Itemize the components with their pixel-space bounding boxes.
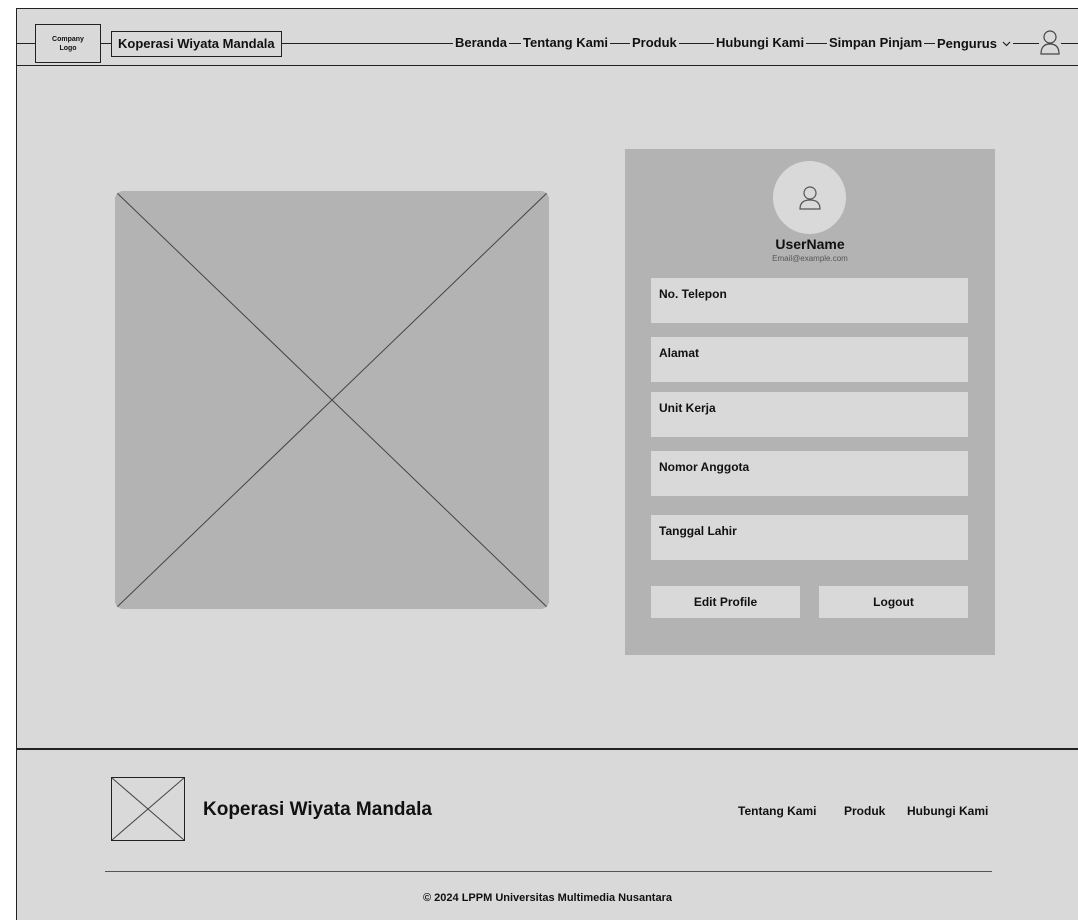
field-alamat[interactable]: Alamat: [651, 337, 968, 382]
footer-divider: [17, 748, 1078, 750]
footer-copyright: © 2024 LPPM Universitas Multimedia Nusan…: [423, 892, 672, 904]
avatar: [773, 161, 846, 234]
field-unit-kerja[interactable]: Unit Kerja: [651, 392, 968, 437]
nav-pengurus-label: Pengurus: [937, 36, 997, 51]
nav-hubungi-kami[interactable]: Hubungi Kami: [714, 35, 807, 50]
site-brand[interactable]: Koperasi Wiyata Mandala: [111, 31, 282, 57]
logo-line-2: Logo: [59, 44, 77, 52]
header: Company Logo Koperasi Wiyata Mandala Ber…: [17, 9, 1078, 66]
edit-profile-button[interactable]: Edit Profile: [651, 586, 800, 618]
profile-username: UserName: [775, 236, 845, 252]
footer-logo-placeholder-icon[interactable]: [111, 777, 185, 841]
chevron-down-icon: [1002, 35, 1011, 50]
user-icon[interactable]: [1039, 29, 1061, 55]
profile-card: UserName Email@example.com No. Telepon A…: [625, 149, 995, 655]
image-placeholder-icon: [115, 191, 549, 609]
field-nomor-anggota[interactable]: Nomor Anggota: [651, 451, 968, 496]
profile-email: Email@example.com: [772, 254, 848, 263]
nav-pengurus[interactable]: Pengurus: [935, 35, 1013, 51]
nav-produk[interactable]: Produk: [630, 35, 679, 50]
field-no-telepon[interactable]: No. Telepon: [651, 278, 968, 323]
nav-beranda[interactable]: Beranda: [453, 35, 510, 50]
footer-separator: [105, 871, 992, 872]
footer-brand: Koperasi Wiyata Mandala: [203, 799, 432, 820]
footer-link-tentang-kami[interactable]: Tentang Kami: [738, 804, 816, 818]
logo-line-1: Company: [52, 35, 84, 43]
company-logo[interactable]: Company Logo: [35, 24, 101, 63]
nav-tentang-kami[interactable]: Tentang Kami: [521, 35, 610, 50]
footer-link-produk[interactable]: Produk: [844, 804, 885, 818]
nav-simpan-pinjam[interactable]: Simpan Pinjam: [827, 35, 925, 50]
logout-button[interactable]: Logout: [819, 586, 968, 618]
footer-link-hubungi-kami[interactable]: Hubungi Kami: [907, 804, 988, 818]
field-tanggal-lahir[interactable]: Tanggal Lahir: [651, 515, 968, 560]
profile-user-icon: [798, 185, 821, 210]
page-frame: Company Logo Koperasi Wiyata Mandala Ber…: [16, 8, 1078, 920]
